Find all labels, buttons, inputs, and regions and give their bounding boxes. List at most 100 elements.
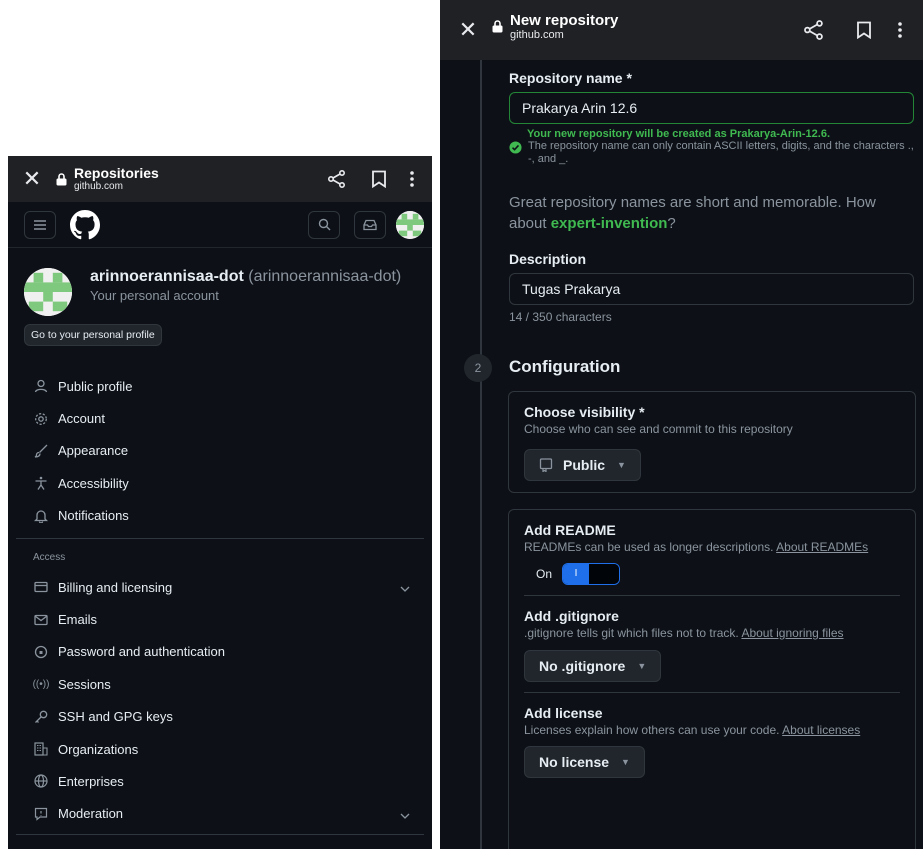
menu-item-accessibility[interactable]: Accessibility	[8, 467, 432, 499]
close-tab-button[interactable]: ✕	[16, 166, 48, 192]
about-gitignore-link[interactable]: About ignoring files	[741, 626, 843, 640]
step-timeline	[480, 60, 482, 849]
repo-name-success: Your new repository will be created as P…	[527, 128, 831, 140]
menu-item-account[interactable]: Account	[8, 402, 432, 434]
github-logo-icon[interactable]	[70, 209, 100, 240]
configuration-heading: Configuration	[509, 357, 621, 376]
menu-item-billing[interactable]: Billing and licensing	[8, 571, 432, 603]
broadcast-icon: ((•))	[32, 678, 50, 690]
menu-item-label: Moderation	[58, 806, 124, 822]
inbox-button[interactable]	[354, 210, 386, 239]
menu-item-label: Appearance	[58, 443, 129, 459]
globe-icon	[33, 773, 49, 789]
visibility-dropdown[interactable]: Public ▼	[524, 448, 641, 481]
key-icon	[33, 709, 49, 725]
account-name: arinnoerannisaa-dot (arinnoerannisaa-dot…	[90, 268, 402, 285]
repo-name-section: Repository name * Prakarya Arin 12.6 You…	[509, 70, 914, 166]
visibility-value: Public	[563, 456, 606, 473]
readme-toggle[interactable]: On I	[524, 562, 900, 585]
check-circle-icon	[509, 141, 523, 155]
accessibility-icon	[33, 475, 49, 491]
page-title: New repository	[510, 11, 619, 29]
menu-item-password[interactable]: Password and authentication	[8, 636, 432, 668]
license-title: Add license	[524, 705, 603, 722]
bookmark-icon[interactable]	[358, 170, 400, 188]
account-login: (arinnoerannisaa-dot)	[248, 268, 402, 285]
bookmark-icon[interactable]	[843, 21, 885, 39]
avatar[interactable]	[396, 210, 424, 239]
browser-toolbar: ✕ Repositories github.com	[8, 156, 432, 202]
page-title-block[interactable]: Repositories github.com	[74, 165, 316, 192]
readme-desc: READMEs can be used as longer descriptio…	[524, 540, 777, 554]
about-readmes-link[interactable]: About READMEs	[776, 540, 868, 554]
paintbrush-icon	[33, 443, 49, 459]
menu-item-label: Sessions	[58, 676, 111, 692]
menu-item-label: Enterprises	[58, 773, 124, 789]
readme-row: Add README READMEs can be used as longer…	[509, 510, 915, 595]
repo-name-input[interactable]: Prakarya Arin 12.6	[509, 92, 914, 124]
report-icon	[33, 806, 49, 822]
menu-item-appearance[interactable]: Appearance	[8, 435, 432, 467]
more-menu-icon[interactable]	[885, 22, 915, 38]
repo-icon	[539, 457, 553, 472]
chevron-down-icon[interactable]	[400, 580, 410, 595]
caret-down-icon: ▼	[621, 756, 630, 767]
repo-name-rule-text: The repository name can only contain ASC…	[528, 140, 914, 166]
menu-item-label: Notifications	[58, 508, 129, 524]
menu-item-notifications[interactable]: Notifications	[8, 500, 432, 532]
menu-item-label: SSH and GPG keys	[58, 709, 173, 725]
browser-toolbar: ✕ New repository github.com	[440, 0, 923, 60]
gitignore-row: Add .gitignore .gitignore tells git whic…	[509, 596, 915, 693]
lock-icon	[490, 19, 504, 33]
gitignore-desc: .gitignore tells git which files not to …	[524, 625, 742, 640]
gitignore-title: Add .gitignore	[524, 607, 619, 624]
account-header: arinnoerannisaa-dot (arinnoerannisaa-dot…	[8, 248, 432, 316]
name-suggestion: Great repository names are short and mem…	[509, 192, 914, 234]
license-dropdown[interactable]: No license ▼	[524, 745, 645, 778]
license-value: No license	[539, 753, 610, 770]
readme-switch[interactable]: I	[562, 562, 621, 585]
about-licenses-link[interactable]: About licenses	[782, 723, 860, 737]
search-button[interactable]	[308, 210, 340, 239]
caret-down-icon: ▼	[617, 459, 626, 470]
close-tab-button[interactable]: ✕	[452, 17, 484, 43]
description-input[interactable]: Tugas Prakarya	[509, 273, 914, 305]
more-menu-icon[interactable]	[400, 171, 424, 187]
share-icon[interactable]	[316, 169, 358, 189]
page-url: github.com	[510, 29, 564, 42]
repo-name-label: Repository name *	[509, 70, 632, 86]
access-menu: Billing and licensing Emails Password an…	[8, 571, 432, 830]
visibility-desc: Choose who can see and commit to this re…	[524, 422, 793, 436]
license-row: Add license Licenses explain how others …	[509, 693, 915, 788]
hamburger-menu-button[interactable]	[24, 210, 56, 239]
menu-item-ssh-gpg[interactable]: SSH and GPG keys	[8, 701, 432, 733]
menu-divider	[16, 834, 424, 836]
menu-item-emails[interactable]: Emails	[8, 603, 432, 635]
suggested-name-link[interactable]: expert-invention	[551, 215, 668, 232]
description-label: Description	[509, 251, 587, 267]
profile-avatar	[24, 268, 72, 316]
page-title-block[interactable]: New repository github.com	[510, 11, 793, 42]
bell-icon	[33, 508, 49, 524]
chevron-down-icon[interactable]	[400, 807, 410, 822]
step-number: 2	[464, 354, 492, 382]
readme-toggle-label: On	[536, 566, 553, 581]
menu-item-label: Organizations	[58, 741, 139, 757]
gitignore-dropdown[interactable]: No .gitignore ▼	[524, 650, 662, 683]
personal-profile-button[interactable]: Go to your personal profile	[24, 324, 162, 346]
share-icon[interactable]	[793, 19, 835, 41]
menu-divider	[16, 537, 424, 539]
person-icon	[33, 378, 49, 394]
menu-item-moderation[interactable]: Moderation	[8, 798, 432, 830]
github-header	[8, 202, 432, 248]
menu-item-enterprises[interactable]: Enterprises	[8, 765, 432, 797]
menu-item-label: Public profile	[58, 378, 133, 394]
menu-item-label: Account	[58, 411, 105, 427]
menu-item-public-profile[interactable]: Public profile	[8, 370, 432, 402]
menu-item-sessions[interactable]: ((•)) Sessions	[8, 668, 432, 700]
suggestion-end: ?	[667, 215, 676, 232]
initialize-box: Add README READMEs can be used as longer…	[508, 509, 916, 849]
settings-menu: Public profile Account Appearance Access…	[8, 370, 432, 532]
menu-item-organizations[interactable]: Organizations	[8, 733, 432, 765]
visibility-box: Choose visibility * Choose who can see a…	[508, 391, 916, 493]
